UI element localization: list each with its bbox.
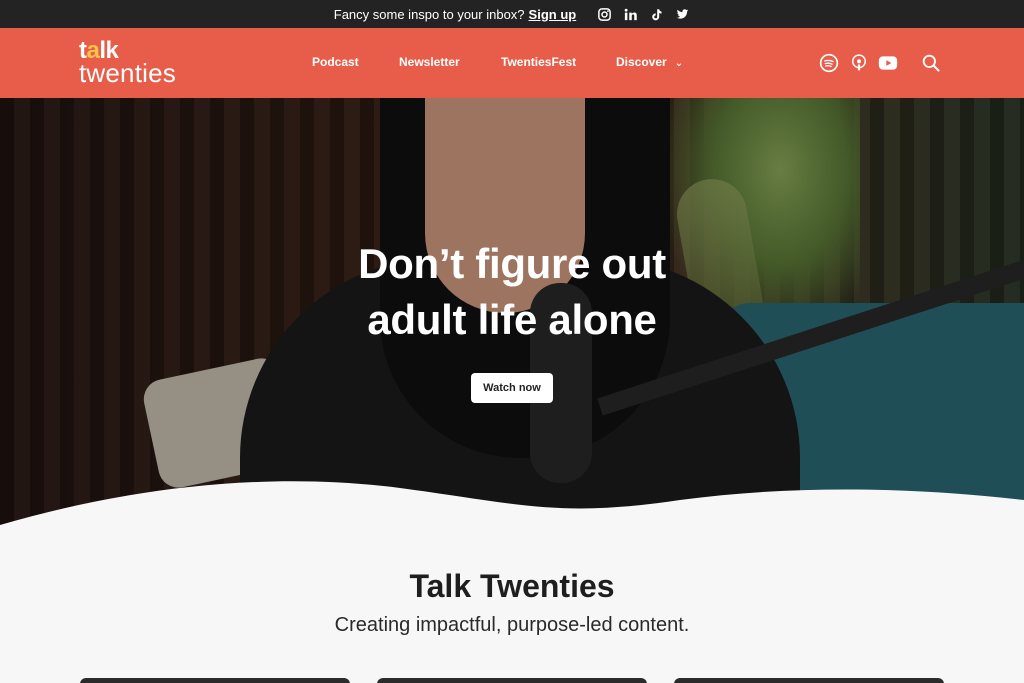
tiktok-icon[interactable] [648,6,664,22]
twitter-icon[interactable] [674,6,690,22]
nav-podcast[interactable]: Podcast [312,55,359,69]
linkedin-icon[interactable] [622,6,638,22]
search-icon[interactable] [920,52,942,74]
social-links [596,6,690,22]
section-title: Talk Twenties [409,568,615,604]
promo-bar: Fancy some inspo to your inbox? Sign up [0,0,1024,28]
content-card[interactable] [674,678,944,683]
hero-title: Don’t figure out adult life alone [358,240,666,343]
content-card[interactable] [80,678,350,683]
nav-twentiesfest[interactable]: TwentiesFest [501,55,576,69]
signup-link[interactable]: Sign up [529,7,577,22]
nav-discover[interactable]: Discover ⌄ [616,55,683,69]
nav-newsletter[interactable]: Newsletter [399,55,460,69]
apple-podcasts-icon[interactable] [848,52,870,74]
youtube-icon[interactable] [877,52,899,74]
promo-message: Fancy some inspo to your inbox? [333,6,525,22]
logo-line-2: twenties [79,58,176,88]
promo-message-group: Fancy some inspo to your inbox? Sign up [334,7,576,22]
chevron-down-icon: ⌄ [674,58,684,69]
section-subtitle: Creating impactful, purpose-led content. [334,614,690,636]
content-card[interactable] [377,678,647,683]
talk-twenties-logo[interactable]: talk twenties [79,39,176,88]
site-header: talk twenties Podcast Newsletter Twentie… [0,28,1024,98]
wave-divider [0,481,1024,530]
hero-banner: Don’t figure out adult life alone Watch … [0,98,1024,528]
watch-now-button[interactable]: Watch now [471,373,553,403]
instagram-icon[interactable] [596,6,612,22]
spotify-icon[interactable] [818,52,840,74]
